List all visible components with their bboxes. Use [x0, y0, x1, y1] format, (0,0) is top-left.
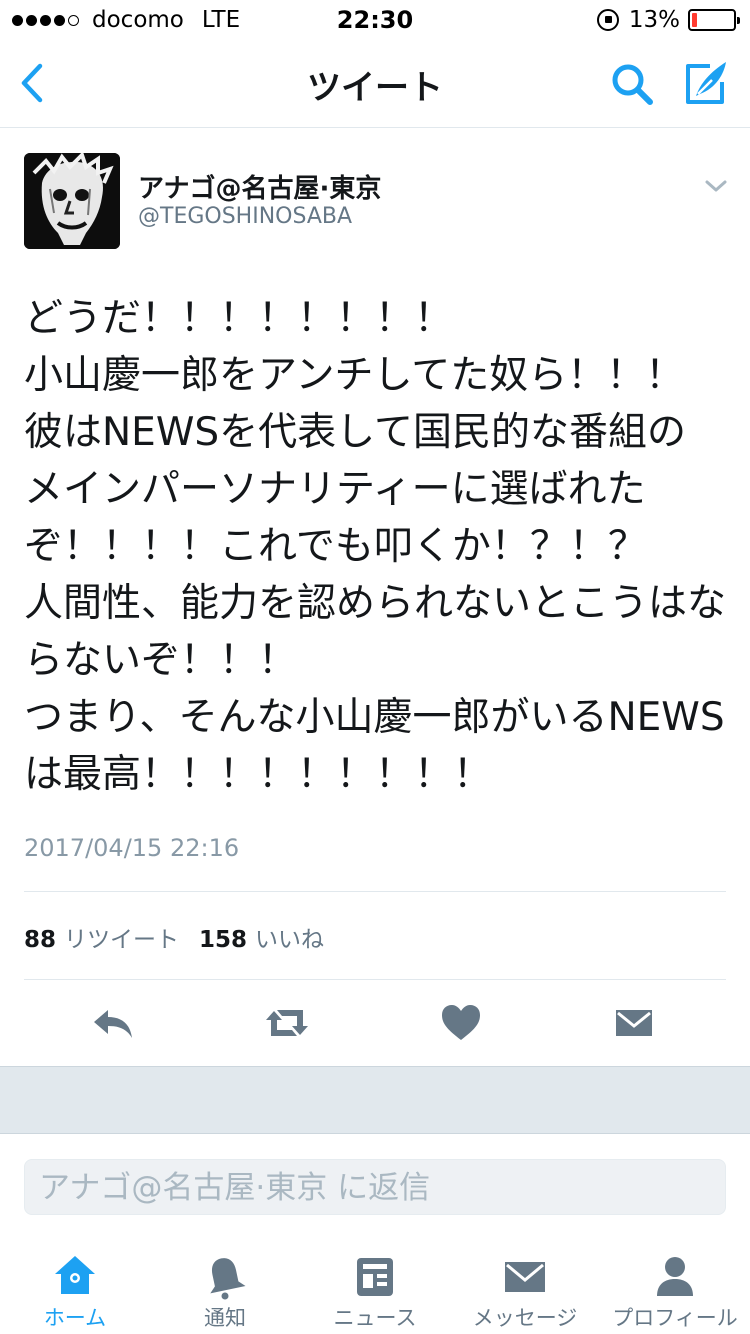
divider — [24, 979, 726, 980]
divider — [24, 891, 726, 892]
envelope-icon — [505, 1262, 545, 1292]
separator-band — [0, 1066, 750, 1134]
tab-messages[interactable]: メッセージ — [450, 1240, 600, 1334]
battery-icon — [688, 9, 740, 31]
envelope-icon — [616, 1010, 652, 1036]
retweet-count[interactable]: 88 — [24, 927, 56, 953]
tweet-timestamp: 2017/04/15 22:16 — [24, 834, 240, 862]
tab-news[interactable]: ニュース — [300, 1240, 450, 1334]
retweet-icon — [266, 1010, 308, 1036]
tab-label: ホーム — [43, 1306, 107, 1330]
reply-button[interactable] — [88, 1000, 138, 1046]
tab-label: プロフィール — [612, 1306, 738, 1330]
tab-notifications[interactable]: 通知 — [150, 1240, 300, 1334]
tab-home[interactable]: ホーム — [0, 1240, 150, 1334]
status-bar: docomo LTE 22:30 13% — [0, 0, 750, 40]
user-handle[interactable]: @TEGOSHINOSABA — [138, 204, 352, 229]
reply-icon — [94, 1010, 132, 1038]
rotation-lock-icon — [596, 9, 619, 31]
tab-bar: ホーム 通知 ニュース メッセージ プロフィール — [0, 1240, 750, 1334]
tab-profile[interactable]: プロフィール — [600, 1240, 750, 1334]
tweet-text: どうだ！！！！！！！！ 小山慶一郎をアンチしてた奴ら！！！ 彼はNEWSを代表し… — [24, 296, 727, 797]
home-icon — [55, 1256, 95, 1294]
tab-label: メッセージ — [472, 1306, 578, 1330]
bell-icon — [210, 1258, 246, 1300]
battery-level — [692, 13, 697, 27]
display-name[interactable]: アナゴ@名古屋·東京 — [138, 168, 381, 205]
more-options-button[interactable] — [702, 173, 730, 199]
person-icon — [657, 1257, 693, 1296]
reply-input[interactable]: アナゴ@名古屋·東京 に返信 — [24, 1159, 726, 1215]
tab-label: 通知 — [204, 1306, 246, 1330]
compose-button[interactable] — [680, 58, 732, 108]
news-icon — [357, 1258, 393, 1296]
compose-icon — [686, 62, 726, 104]
avatar[interactable] — [24, 153, 120, 249]
like-label[interactable]: いいね — [255, 920, 324, 954]
nav-bar: ツイート — [0, 40, 750, 128]
heart-icon — [442, 1005, 480, 1040]
retweet-button[interactable] — [260, 1000, 314, 1046]
status-right: 13% — [596, 7, 740, 33]
tab-label: ニュース — [333, 1306, 417, 1330]
battery-percent: 13% — [628, 7, 680, 33]
retweet-label[interactable]: リツイート — [64, 920, 179, 954]
like-button[interactable] — [436, 1000, 486, 1046]
like-count[interactable]: 158 — [199, 927, 247, 953]
chevron-down-icon — [705, 180, 727, 192]
tweet-stats: 88 リツイート 158 いいね — [24, 920, 344, 954]
direct-message-button[interactable] — [612, 1000, 656, 1046]
avatar-image — [24, 153, 120, 249]
search-icon — [612, 64, 653, 105]
search-button[interactable] — [608, 60, 656, 108]
